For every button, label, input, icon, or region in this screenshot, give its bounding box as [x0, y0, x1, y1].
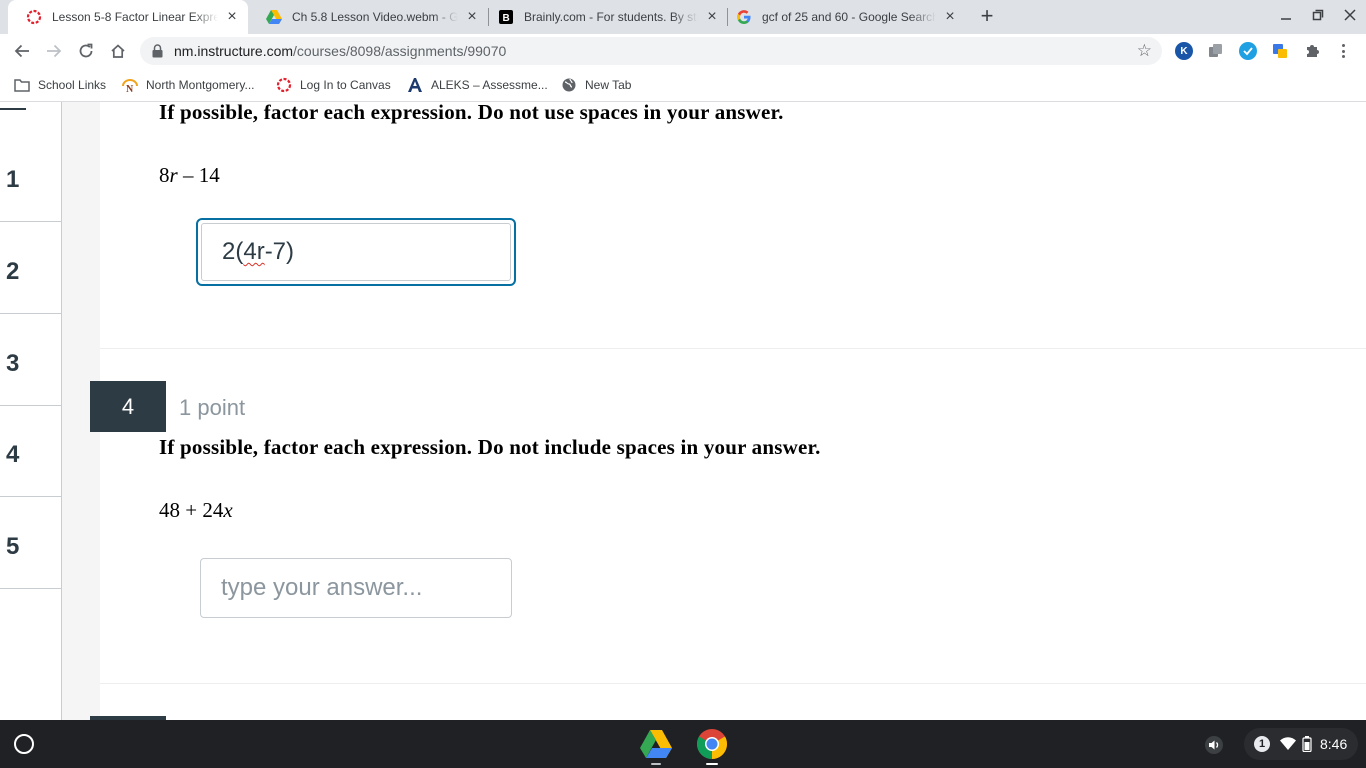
- menu-kebab-icon[interactable]: [1337, 42, 1349, 60]
- chrome-icon[interactable]: [696, 728, 728, 765]
- question-4-number: 4: [90, 381, 166, 432]
- back-icon[interactable]: [12, 41, 32, 61]
- extension-cyan-icon[interactable]: [1239, 42, 1257, 60]
- question-nav-item-2[interactable]: 2: [0, 222, 62, 314]
- url-text: nm.instructure.com/courses/8098/assignme…: [174, 43, 506, 59]
- north-montgomery-icon: N: [122, 77, 138, 93]
- tab-brainly[interactable]: B Brainly.com - For students. By student…: [480, 0, 728, 34]
- lock-icon: [152, 44, 163, 63]
- tab-google-search[interactable]: gcf of 25 and 60 - Google Search ×: [718, 0, 966, 34]
- bookmark-star-icon[interactable]: ☆: [1137, 42, 1152, 60]
- running-indicator: [706, 763, 718, 765]
- clock: 8:46: [1320, 736, 1348, 752]
- bookmark-label: ALEKS – Assessme...: [431, 78, 548, 92]
- window-close-icon[interactable]: [1340, 7, 1360, 27]
- aleks-icon: [407, 77, 423, 93]
- extension-blue-icon[interactable]: [1271, 42, 1289, 60]
- question-4-answer-input[interactable]: [200, 558, 512, 618]
- brainly-icon: B: [498, 9, 514, 25]
- bookmark-aleks[interactable]: ALEKS – Assessme...: [407, 76, 548, 94]
- question-4-expression: 48 + 24x: [159, 498, 233, 522]
- question-nav-item-1[interactable]: 1: [0, 130, 62, 222]
- close-icon[interactable]: ×: [224, 9, 240, 25]
- browser-toolbar: nm.instructure.com/courses/8098/assignme…: [0, 34, 1366, 68]
- question-4-points: 1 point: [179, 395, 246, 420]
- home-icon[interactable]: [108, 41, 128, 61]
- url-path: /courses/8098/assignments/99070: [293, 43, 507, 59]
- bookmark-north-montgomery[interactable]: N North Montgomery...: [122, 76, 254, 94]
- os-shelf: 1 8:46: [0, 720, 1366, 768]
- google-drive-icon: [266, 9, 282, 25]
- bookmark-label: Log In to Canvas: [300, 78, 391, 92]
- quiz-page: 1 2 3 4 5 If possible, factor each expre…: [0, 102, 1366, 720]
- volume-icon[interactable]: [1205, 735, 1223, 755]
- svg-text:N: N: [126, 84, 134, 93]
- running-indicator: [651, 763, 661, 765]
- google-icon: [736, 9, 752, 25]
- question-nav-item-3[interactable]: 3: [0, 314, 62, 406]
- answer-text: 2(4r -7): [201, 223, 511, 281]
- globe-icon: [561, 77, 577, 93]
- question-nav-item-5[interactable]: 5: [0, 497, 62, 589]
- close-icon[interactable]: ×: [464, 9, 480, 25]
- question-nav-item-4[interactable]: 4: [0, 405, 62, 497]
- tab-title: Ch 5.8 Lesson Video.webm - Google Drive: [292, 10, 458, 24]
- tab-title: Lesson 5-8 Factor Linear Expressions: [52, 10, 218, 24]
- url-host: nm.instructure.com: [174, 43, 294, 59]
- bookmark-log-in-canvas[interactable]: Log In to Canvas: [276, 76, 391, 94]
- tab-lesson[interactable]: Lesson 5-8 Factor Linear Expressions ×: [8, 0, 248, 34]
- new-tab-button[interactable]: +: [976, 5, 998, 27]
- question-3-expression: 8r – 14: [159, 163, 220, 187]
- question-4-prompt: If possible, factor each expression. Do …: [159, 435, 821, 459]
- question-3-answer-input[interactable]: 2(4r -7): [196, 218, 516, 286]
- bookmark-label: School Links: [38, 78, 107, 92]
- tab-drive[interactable]: Ch 5.8 Lesson Video.webm - Google Drive …: [248, 0, 488, 34]
- google-drive-icon[interactable]: [640, 728, 672, 765]
- wifi-icon: [1280, 734, 1296, 754]
- launcher-icon[interactable]: [14, 734, 34, 754]
- canvas-icon: [276, 77, 292, 93]
- folder-icon: [14, 77, 30, 93]
- address-bar[interactable]: nm.instructure.com/courses/8098/assignme…: [140, 37, 1162, 65]
- tab-title: Brainly.com - For students. By students.: [524, 10, 698, 24]
- bookmark-new-tab[interactable]: New Tab: [561, 76, 631, 94]
- question-divider: [100, 348, 1366, 349]
- restore-icon[interactable]: [1308, 7, 1328, 27]
- bookmark-label: North Montgomery...: [146, 78, 255, 92]
- minimize-icon[interactable]: [1276, 7, 1296, 27]
- menu-icon[interactable]: [0, 102, 26, 110]
- close-icon[interactable]: ×: [942, 9, 958, 25]
- question-3-prompt: If possible, factor each expression. Do …: [159, 102, 784, 124]
- tab-strip: Lesson 5-8 Factor Linear Expressions × C…: [0, 0, 1366, 34]
- extension-k-icon[interactable]: K: [1175, 42, 1193, 60]
- extensions-puzzle-icon[interactable]: [1303, 42, 1321, 60]
- bookmark-label: New Tab: [585, 78, 632, 92]
- bookmark-school-links[interactable]: School Links: [14, 76, 106, 94]
- spellcheck-word: 4r: [243, 238, 265, 265]
- forward-icon[interactable]: [44, 41, 64, 61]
- extension-copy-icon[interactable]: [1207, 42, 1225, 60]
- battery-icon: [1302, 734, 1312, 754]
- bookmarks-bar: School Links N North Montgomery... Log I…: [0, 68, 1366, 102]
- reload-icon[interactable]: [76, 41, 96, 61]
- tab-title: gcf of 25 and 60 - Google Search: [762, 10, 936, 24]
- canvas-icon: [26, 9, 42, 25]
- question-nav: 1 2 3 4 5: [0, 102, 62, 720]
- svg-text:B: B: [503, 13, 510, 24]
- notification-badge[interactable]: 1: [1254, 734, 1270, 754]
- question-divider: [100, 683, 1366, 684]
